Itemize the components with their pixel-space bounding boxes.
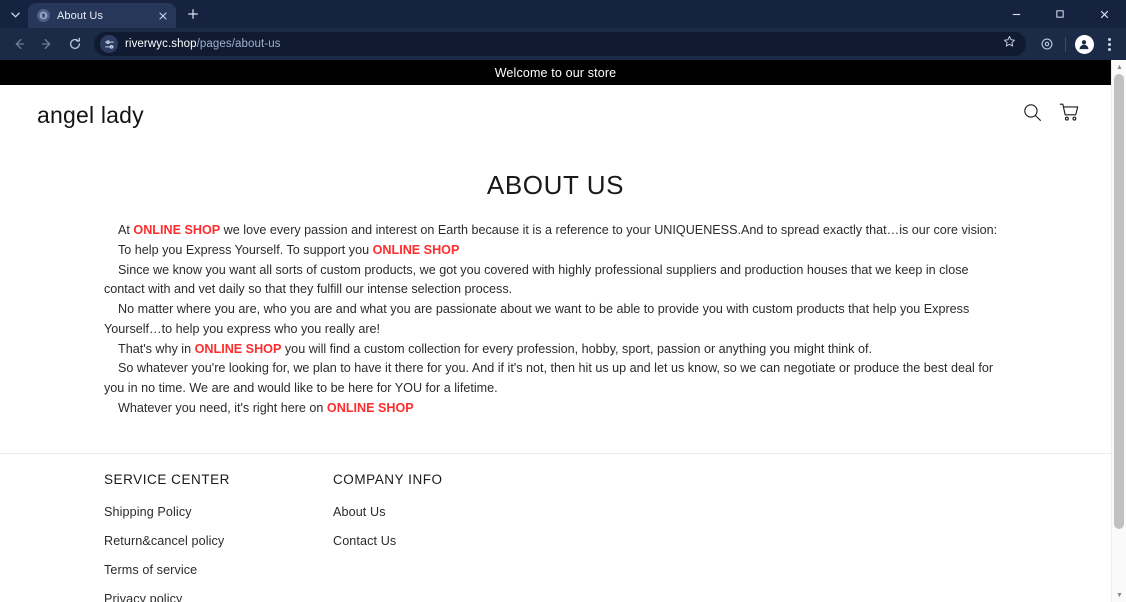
window-controls <box>994 0 1126 28</box>
brand-mention: ONLINE SHOP <box>133 223 221 237</box>
list-item[interactable]: Privacy policy <box>104 592 333 602</box>
tab-strip: About Us <box>0 0 1126 28</box>
footer-link-list: About Us Contact Us <box>333 505 562 548</box>
back-arrow-icon[interactable] <box>6 31 32 57</box>
scrollbar-track[interactable] <box>1112 74 1126 588</box>
browser-window: About Us riverwyc.shop/pages/about-us We… <box>0 0 1126 602</box>
star-icon[interactable] <box>997 35 1016 53</box>
about-paragraph: Since we know you want all sorts of cust… <box>104 261 1003 301</box>
tune-sliders-icon[interactable] <box>100 35 118 53</box>
page-viewport: Welcome to our store angel lady ABOUT US… <box>0 60 1126 602</box>
url-host: riverwyc.shop <box>125 38 197 50</box>
shopping-cart-icon[interactable] <box>1059 102 1080 128</box>
scroll-up-arrow-icon[interactable]: ▲ <box>1112 60 1126 74</box>
close-icon[interactable] <box>155 8 170 23</box>
list-item[interactable]: Return&cancel policy <box>104 534 333 548</box>
maximize-icon[interactable] <box>1038 0 1082 28</box>
brand-mention: ONLINE SHOP <box>326 400 414 415</box>
toolbar-divider <box>1065 36 1066 52</box>
kebab-menu-icon[interactable] <box>1098 32 1120 56</box>
paragraph-text: Whatever you need, it's right here on <box>118 400 327 415</box>
footer-column-company-info: COMPANY INFO About Us Contact Us <box>333 472 562 602</box>
scroll-down-arrow-icon[interactable]: ▼ <box>1112 588 1126 602</box>
paragraph-text: you will find a custom collection for ev… <box>281 341 872 356</box>
new-tab-button[interactable] <box>180 1 206 27</box>
list-item[interactable]: Terms of service <box>104 563 333 577</box>
store-logo[interactable]: angel lady <box>37 102 144 129</box>
list-item[interactable]: Contact Us <box>333 534 562 548</box>
footer-link-list: Shipping Policy Return&cancel policy Ter… <box>104 505 333 602</box>
about-paragraph: So whatever you're looking for, we plan … <box>104 359 1003 399</box>
page-title: ABOUT US <box>486 170 625 200</box>
paragraph-text: No matter where you are, who you are and… <box>104 302 970 336</box>
brand-mention: ONLINE SHOP <box>194 341 282 356</box>
chevron-down-icon <box>10 11 20 17</box>
announcement-bar: Welcome to our store <box>0 60 1111 85</box>
about-body-copy: At ONLINE SHOP we love every passion and… <box>104 221 1003 419</box>
browser-toolbar: riverwyc.shop/pages/about-us <box>0 28 1126 60</box>
profile-avatar-icon[interactable] <box>1071 31 1097 57</box>
paragraph-text: So whatever you're looking for, we plan … <box>104 361 994 396</box>
about-paragraph: Whatever you need, it's right here on ON… <box>104 399 1003 419</box>
url-text: riverwyc.shop/pages/about-us <box>125 38 281 50</box>
footer-column-service-center: SERVICE CENTER Shipping Policy Return&ca… <box>104 472 333 602</box>
header-icons <box>1022 102 1080 128</box>
forward-arrow-icon[interactable] <box>34 31 60 57</box>
web-page: Welcome to our store angel lady ABOUT US… <box>0 60 1111 602</box>
address-bar[interactable]: riverwyc.shop/pages/about-us <box>94 32 1026 56</box>
list-item[interactable]: About Us <box>333 505 562 519</box>
footer-heading: COMPANY INFO <box>333 472 443 487</box>
store-header: angel lady <box>0 85 1111 145</box>
about-paragraph: At ONLINE SHOP we love every passion and… <box>104 221 1003 241</box>
scrollbar-thumb[interactable] <box>1114 74 1124 529</box>
plus-icon <box>188 9 198 19</box>
extensions-puzzle-icon[interactable] <box>1034 31 1060 57</box>
site-footer: SERVICE CENTER Shipping Policy Return&ca… <box>0 472 1111 602</box>
tab-title: About Us <box>57 9 104 22</box>
reload-icon[interactable] <box>62 31 88 57</box>
about-paragraph: To help you Express Yourself. To support… <box>104 241 1003 261</box>
footer-divider <box>0 453 1111 454</box>
browser-tab[interactable]: About Us <box>28 3 176 28</box>
paragraph-text: we love every passion and interest on Ea… <box>220 223 998 237</box>
paragraph-text: At <box>118 223 134 237</box>
paragraph-text: To help you Express Yourself. To support… <box>118 242 373 257</box>
footer-heading: SERVICE CENTER <box>104 472 230 487</box>
main-content: ABOUT US At ONLINE SHOP we love every pa… <box>0 170 1111 419</box>
paragraph-text: That's why in <box>118 341 195 356</box>
avatar <box>1074 34 1094 54</box>
brand-mention: ONLINE SHOP <box>372 242 460 257</box>
close-window-icon[interactable] <box>1082 0 1126 28</box>
minimize-icon[interactable] <box>994 0 1038 28</box>
toolbar-right-actions <box>1034 31 1120 57</box>
url-path: /pages/about-us <box>196 38 281 50</box>
page-scrollbar[interactable]: ▲ ▼ <box>1111 60 1126 602</box>
about-paragraph: That's why in ONLINE SHOP you will find … <box>104 340 1003 360</box>
tab-search-button[interactable] <box>2 1 28 27</box>
paragraph-text: Since we know you want all sorts of cust… <box>104 262 969 297</box>
list-item[interactable]: Shipping Policy <box>104 505 333 519</box>
search-icon[interactable] <box>1022 102 1043 128</box>
about-paragraph: No matter where you are, who you are and… <box>104 300 1003 340</box>
shopify-bag-favicon <box>37 9 50 22</box>
